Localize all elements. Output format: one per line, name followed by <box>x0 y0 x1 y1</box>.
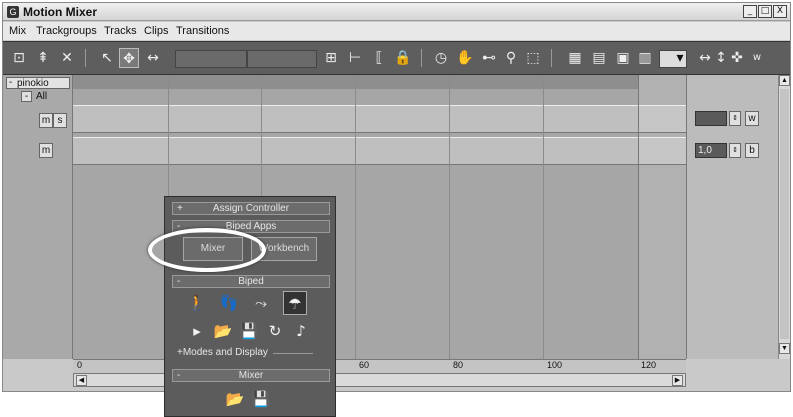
end-frame-field[interactable] <box>247 50 317 68</box>
value-spinner[interactable]: ⇕ <box>729 143 741 158</box>
dropdown-icon[interactable]: ▾ <box>673 48 687 68</box>
grid-line <box>543 75 544 359</box>
vertical-scrollbar[interactable]: ▲ ▼ <box>778 75 790 359</box>
ruler-tick-label: 100 <box>547 360 563 370</box>
zoom-icon[interactable]: ⚲ <box>501 48 521 68</box>
fit-icon[interactable]: ⊞ <box>321 48 341 68</box>
scroll-right-arrow[interactable]: ▶ <box>672 375 683 386</box>
toolbar-separator <box>551 49 552 67</box>
scroll-left-arrow[interactable]: ◀ <box>76 375 87 386</box>
grid-line <box>355 75 356 359</box>
add-trackgroup-icon[interactable]: ⊡ <box>9 48 29 68</box>
figure-mode-icon[interactable]: 🚶 <box>185 291 209 315</box>
collapse-root-icon[interactable]: - <box>9 77 12 88</box>
w-icon[interactable]: w <box>747 48 767 68</box>
move-small-icon[interactable]: ✜ <box>727 48 747 68</box>
scroll-up-arrow[interactable]: ▲ <box>779 75 790 86</box>
assign-controller-rollout[interactable]: + Assign Controller <box>172 202 330 215</box>
footstep-mode-icon[interactable]: 👣 <box>217 291 241 315</box>
motion-flow-icon[interactable]: ⤳ <box>249 291 273 315</box>
zoom-region-icon[interactable]: ⬚ <box>523 48 543 68</box>
title-bar: G Motion Mixer _ □ X <box>3 3 790 21</box>
mixer-rollout-label: Mixer <box>238 370 264 381</box>
filter2-icon[interactable]: ▤ <box>589 48 609 68</box>
track-row-end <box>639 105 687 133</box>
grid-line <box>449 75 450 359</box>
assign-controller-label: Assign Controller <box>212 203 290 214</box>
weight-button[interactable]: w <box>745 111 759 126</box>
mix-icon[interactable]: ▣ <box>613 48 633 68</box>
start-frame-field[interactable] <box>175 50 247 68</box>
lock-icon[interactable]: 🔒 <box>393 48 413 68</box>
add-track-icon[interactable]: ⇞ <box>33 48 53 68</box>
open-file-icon[interactable]: 📂 <box>211 319 235 343</box>
tree-group-label: All <box>36 91 48 102</box>
window-title: Motion Mixer <box>23 5 97 19</box>
move-icon[interactable]: ✥ <box>119 48 139 68</box>
weight-spinner[interactable]: ⇕ <box>729 111 741 126</box>
buffer-mode-icon[interactable]: ▸ <box>185 319 209 343</box>
mute-button[interactable]: m <box>39 113 53 128</box>
menu-transitions[interactable]: Transitions <box>176 25 229 37</box>
minimize-button[interactable]: _ <box>743 5 757 18</box>
trackgroup-tree: - pinokio - All m s m <box>3 75 73 359</box>
menu-bar: Mix Trackgroups Tracks Clips Transitions <box>3 22 790 40</box>
talent-icon[interactable]: ♪ <box>289 319 313 343</box>
value-field[interactable]: 1,0 <box>695 143 727 158</box>
menu-trackgroups[interactable]: Trackgroups <box>36 25 97 37</box>
menu-mix[interactable]: Mix <box>9 25 26 37</box>
rollout-divider <box>273 353 313 354</box>
motion-mixer-window: G Motion Mixer _ □ X Mix Trackgroups Tra… <box>2 2 791 392</box>
scroll-down-arrow[interactable]: ▼ <box>779 343 790 354</box>
b-button[interactable]: b <box>745 143 759 158</box>
mixer-rollout[interactable]: - Mixer <box>172 369 330 382</box>
tree-group-row[interactable]: - All <box>21 91 69 105</box>
mixer-button-highlight <box>148 228 266 272</box>
menu-tracks[interactable]: Tracks <box>104 25 137 37</box>
ruler-tick-label: 120 <box>641 360 657 370</box>
app-icon: G <box>7 6 19 18</box>
save-file-icon[interactable]: 💾 <box>237 319 261 343</box>
close-button[interactable]: X <box>773 5 787 18</box>
ruler-tick-label: 80 <box>453 360 464 370</box>
maximize-button[interactable]: □ <box>758 5 772 18</box>
delete-icon[interactable]: ✕ <box>57 48 77 68</box>
ruler-tick-label: 0 <box>77 360 83 370</box>
mute-button-2[interactable]: m <box>39 143 53 158</box>
save-mix-icon[interactable]: 💾 <box>249 387 273 411</box>
ruler-tick-label: 60 <box>359 360 370 370</box>
biped-label: Biped <box>238 276 264 287</box>
modes-and-display-rollout[interactable]: +Modes and Display <box>177 347 268 358</box>
select-icon[interactable]: ↖ <box>97 48 117 68</box>
slide-icon[interactable]: ↔ <box>143 48 163 68</box>
timeline-area[interactable] <box>73 75 638 359</box>
pan-hand-icon[interactable]: ✋ <box>455 48 475 68</box>
preview-icon[interactable]: ▥ <box>635 48 655 68</box>
weight-field[interactable] <box>695 111 727 126</box>
track-row-end <box>639 137 687 165</box>
scroll-track[interactable] <box>780 89 789 339</box>
timeline-range-end <box>638 75 687 359</box>
collapse-group-icon[interactable]: - <box>21 91 32 102</box>
tree-root-row[interactable]: - pinokio <box>6 77 70 89</box>
toolbar-separator <box>85 49 86 67</box>
track-area: - pinokio - All m s m ⇕ w 1,0 ⇕ b <box>3 75 778 359</box>
menu-clips[interactable]: Clips <box>144 25 168 37</box>
toolbar: ⊡ ⇞ ✕ ↖ ✥ ↔ ⊞ ⊢ ⟦ 🔒 ◷ ✋ ⊷ ⚲ ⬚ ▦ ▤ ▣ ▥ ▾ … <box>3 41 790 75</box>
clock-icon[interactable]: ◷ <box>431 48 451 68</box>
biped-rollout[interactable]: - Biped <box>172 275 330 288</box>
toolbar-separator <box>421 49 422 67</box>
open-mix-icon[interactable]: 📂 <box>223 387 247 411</box>
bracket-icon[interactable]: ⟦ <box>369 48 389 68</box>
tree-root-label: pinokio <box>17 78 49 89</box>
filter-icon[interactable]: ▦ <box>565 48 585 68</box>
mixer-mode-icon[interactable]: ☂ <box>283 291 307 315</box>
solo-button[interactable]: s <box>53 113 67 128</box>
zoom-extents-icon[interactable]: ⊷ <box>479 48 499 68</box>
timeline-icon[interactable]: ⊢ <box>345 48 365 68</box>
track-properties-column: ⇕ w 1,0 ⇕ b <box>686 75 778 359</box>
refresh-icon[interactable]: ↻ <box>263 319 287 343</box>
